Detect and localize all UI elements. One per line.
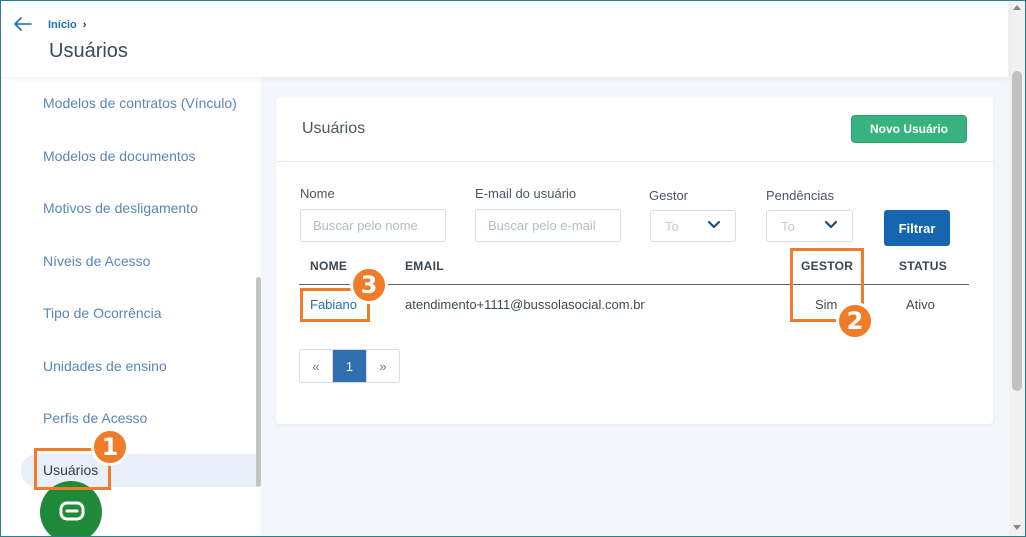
- breadcrumb-home-link[interactable]: Início: [48, 19, 77, 31]
- users-card: Usuários Novo Usuário Nome Buscar pelo n…: [276, 97, 993, 424]
- pagination: « 1 »: [299, 349, 400, 383]
- column-header-gestor[interactable]: GESTOR: [801, 259, 853, 273]
- sidebar-item-unidades-ensino[interactable]: Unidades de ensino: [43, 358, 167, 374]
- sidebar-item-perfis-acesso[interactable]: Perfis de Acesso: [43, 410, 147, 426]
- pendencias-filter-label: Pendências: [766, 188, 834, 203]
- scroll-down-icon[interactable]: [1013, 525, 1021, 530]
- page-scrollbar[interactable]: [1009, 1, 1025, 536]
- email-filter-label: E-mail do usuário: [475, 186, 577, 201]
- step-badge-2: 2: [836, 302, 874, 340]
- page-header: Início › Usuários: [1, 1, 1008, 77]
- name-search-input[interactable]: Buscar pelo nome: [300, 209, 446, 242]
- column-header-nome[interactable]: NOME: [310, 259, 347, 273]
- pendencias-select-value: To: [781, 218, 795, 234]
- table-header-divider: [299, 284, 969, 285]
- column-header-status[interactable]: STATUS: [899, 259, 947, 273]
- chevron-down-icon: [707, 220, 721, 229]
- sidebar-item-usuarios[interactable]: Usuários: [43, 462, 98, 478]
- filter-button[interactable]: Filtrar: [884, 210, 950, 246]
- sidebar-item-tipo-ocorrencia[interactable]: Tipo de Ocorrência: [43, 305, 162, 321]
- scroll-up-icon[interactable]: [1013, 5, 1021, 10]
- user-status-cell: Ativo: [906, 297, 935, 312]
- chevron-down-icon: [824, 220, 838, 229]
- pagination-next-button[interactable]: »: [366, 350, 399, 382]
- back-arrow-icon[interactable]: [13, 15, 33, 33]
- gestor-select-value: To: [665, 218, 679, 234]
- new-user-button[interactable]: Novo Usuário: [851, 115, 967, 143]
- email-search-input[interactable]: Buscar pelo e-mail: [475, 209, 621, 242]
- pagination-page-button[interactable]: 1: [333, 350, 366, 382]
- sidebar-item-modelos-contratos[interactable]: Modelos de contratos (Vínculo): [43, 95, 237, 111]
- pagination-prev-button[interactable]: «: [300, 350, 333, 382]
- card-divider: [276, 161, 993, 162]
- user-name-link[interactable]: Fabiano: [310, 297, 357, 312]
- step-badge-1: 1: [91, 428, 129, 466]
- user-email-cell: atendimento+1111@bussolasocial.com.br: [405, 297, 645, 312]
- gestor-filter-label: Gestor: [649, 188, 689, 203]
- sidebar: Modelos de contratos (Vínculo) Modelos d…: [1, 77, 261, 536]
- scrollbar-thumb[interactable]: [1012, 71, 1022, 391]
- step-badge-3: 3: [350, 266, 388, 304]
- column-header-email[interactable]: EMAIL: [405, 259, 444, 273]
- card-title: Usuários: [302, 120, 366, 137]
- sidebar-scrollbar[interactable]: [256, 277, 261, 487]
- sidebar-item-modelos-documentos[interactable]: Modelos de documentos: [43, 148, 196, 164]
- page-title: Usuários: [49, 40, 128, 62]
- gestor-select[interactable]: To: [650, 210, 736, 242]
- chat-button[interactable]: [40, 481, 102, 537]
- pendencias-select[interactable]: To: [766, 210, 853, 242]
- user-gestor-cell: Sim: [815, 297, 838, 312]
- sidebar-item-niveis-acesso[interactable]: Níveis de Acesso: [43, 253, 150, 269]
- chat-icon: [59, 501, 85, 521]
- sidebar-item-motivos-desligamento[interactable]: Motivos de desligamento: [43, 200, 198, 216]
- breadcrumb: Início ›: [48, 19, 86, 31]
- breadcrumb-separator: ›: [82, 19, 87, 31]
- name-filter-label: Nome: [300, 186, 335, 201]
